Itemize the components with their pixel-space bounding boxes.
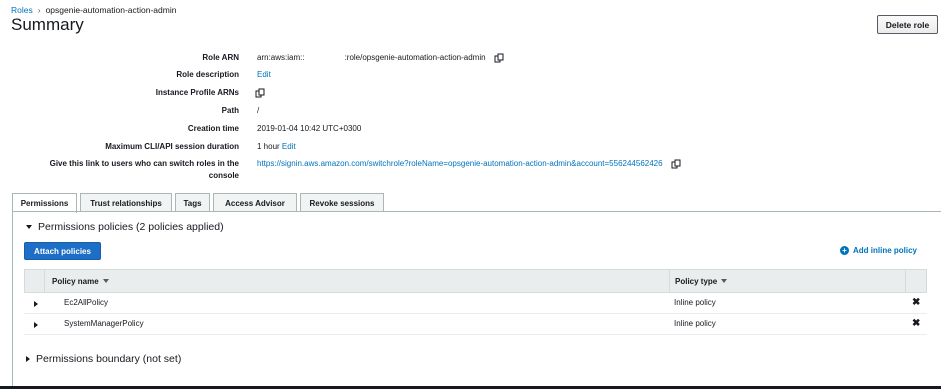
session-duration-label: Maximum CLI/API session duration [105,142,239,151]
add-inline-policy-label: Add inline policy [853,246,918,255]
delete-role-button[interactable]: Delete role [877,15,938,34]
role-arn-value: arn:aws:iam:: :role/opsgenie-automation-… [257,52,504,64]
policy-type: Inline policy [674,319,716,328]
expand-row-icon[interactable] [34,301,38,307]
column-divider [905,270,906,292]
breadcrumb-current: opsgenie-automation-action-admin [45,5,177,15]
switch-role-link[interactable]: https://signin.aws.amazon.com/switchrole… [257,159,663,168]
expand-row-icon[interactable] [34,322,38,328]
creation-time-label: Creation time [187,124,239,133]
attach-policies-button[interactable]: Attach policies [24,242,101,260]
tab-access-advisor[interactable]: Access Advisor [213,193,297,212]
path-value: / [257,106,260,115]
role-description-label: Role description [176,70,239,79]
column-policy-name-label: Policy name [52,276,99,286]
column-policy-type-label: Policy type [675,276,718,286]
breadcrumb-roles-link[interactable]: Roles [11,5,33,15]
switch-link-label-line2: console [208,171,239,180]
collapse-caret-icon [26,225,32,229]
permissions-boundary-title: Permissions boundary (not set) [36,353,182,365]
switch-link-value: https://signin.aws.amazon.com/switchrole… [257,158,681,170]
creation-time-value: 2019-01-04 10:42 UTC+0300 [257,124,362,133]
policy-name: SystemManagerPolicy [64,319,144,328]
copy-icon[interactable] [255,88,265,98]
path-label: Path [221,106,239,115]
permissions-policies-title: Permissions policies (2 policies applied… [38,221,224,233]
policy-name: Ec2AllPolicy [64,298,109,307]
breadcrumb-separator: › [37,5,41,15]
breadcrumb: Roles › opsgenie-automation-action-admin [11,5,176,15]
sort-caret-icon [102,279,109,283]
table-row: Ec2AllPolicy Inline policy ✖ [24,293,927,314]
role-description-value: Edit [257,69,271,81]
policy-type: Inline policy [674,298,716,307]
plus-circle-icon: + [840,246,849,255]
tab-permissions[interactable]: Permissions [12,193,77,213]
policies-table: Policy name Policy type Ec2AllPolicy Inl… [24,269,927,335]
expand-caret-icon [26,356,30,362]
tab-bar: Permissions Trust relationships Tags Acc… [12,193,387,213]
role-arn-label: Role ARN [202,53,239,62]
column-policy-type[interactable]: Policy type [675,270,728,292]
switch-link-label: Give this link to users who can switch r… [9,158,239,182]
instance-profile-label: Instance Profile ARNs [155,88,239,97]
tab-trust-relationships[interactable]: Trust relationships [80,193,172,212]
tab-tags[interactable]: Tags [175,193,210,212]
copy-icon[interactable] [494,53,504,63]
session-duration-value: 1 hour Edit [257,141,296,153]
session-duration-edit-link[interactable]: Edit [282,142,296,151]
role-description-edit-link[interactable]: Edit [257,70,271,79]
switch-link-label-line1: Give this link to users who can switch r… [49,159,239,168]
permissions-policies-header[interactable]: Permissions policies (2 policies applied… [26,221,224,233]
role-arn-text: arn:aws:iam:: :role/opsgenie-automation-… [257,53,486,62]
add-inline-policy-link[interactable]: + Add inline policy [840,246,917,255]
column-divider [44,270,45,292]
remove-policy-icon[interactable]: ✖ [912,297,920,308]
session-duration-text: 1 hour [257,142,280,151]
instance-profile-value [255,87,265,99]
copy-icon[interactable] [671,159,681,169]
page-title: Summary [11,15,84,34]
table-row: SystemManagerPolicy Inline policy ✖ [24,314,927,335]
column-divider [669,270,670,292]
permissions-boundary-header[interactable]: Permissions boundary (not set) [26,353,181,365]
remove-policy-icon[interactable]: ✖ [912,318,920,329]
column-policy-name[interactable]: Policy name [52,270,109,292]
table-header: Policy name Policy type [24,269,927,293]
tab-revoke-sessions[interactable]: Revoke sessions [300,193,384,212]
sort-caret-icon [721,279,728,283]
